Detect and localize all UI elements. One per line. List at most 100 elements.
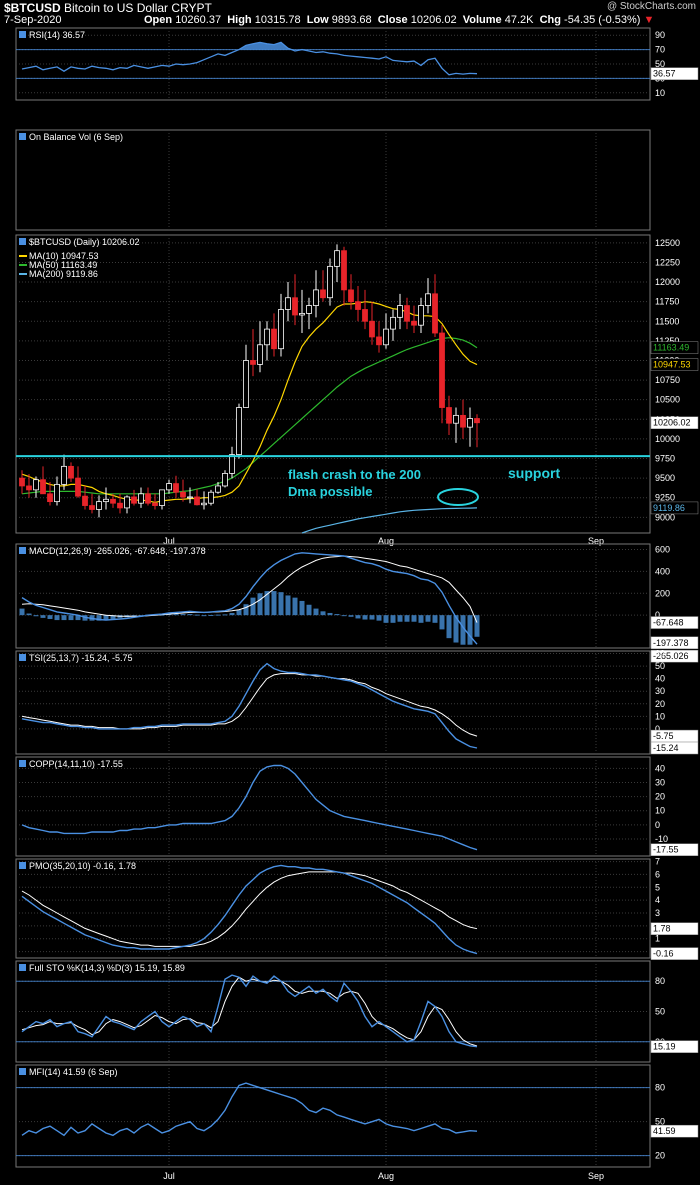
ma200-line (301, 507, 478, 534)
copp-panel-title: COPP(14,11,10) -17.55 (29, 759, 123, 769)
macd-histogram-bar (355, 615, 361, 619)
macd-histogram-bar (187, 614, 193, 616)
tsi-signal-line (21, 673, 478, 737)
macd-histogram-bar (201, 615, 207, 617)
pmo-value-tag-1: -0.16 (653, 949, 674, 959)
candle-body (439, 332, 445, 408)
candle-body (383, 328, 389, 346)
candle-body (47, 493, 53, 503)
copp-legend-swatch (19, 760, 26, 767)
rsi-panel-frame (15, 27, 651, 101)
candle-body (467, 418, 473, 428)
candle-body (40, 479, 46, 495)
candle-body (313, 289, 319, 306)
macd-panel-frame (15, 543, 651, 649)
macd-histogram-bar (285, 595, 291, 616)
price-panel-title: $BTCUSD (Daily) 10206.02 (29, 237, 140, 247)
copp-panel-frame (15, 756, 651, 857)
candle-body (376, 336, 382, 346)
mfi-panel-frame (15, 1064, 651, 1168)
macd-histogram-bar (334, 614, 340, 616)
tick-label-mfi-0: 80 (655, 1083, 665, 1093)
tick-label-price-11: 9750 (655, 454, 675, 464)
mfi-legend-swatch (19, 1068, 26, 1075)
candle-body (110, 498, 116, 504)
tick-label-macd-0: 600 (655, 544, 670, 554)
candle-body (243, 360, 249, 408)
macd-histogram-bar (250, 597, 256, 616)
macd-histogram-bar (180, 614, 186, 616)
macd-histogram-bar (47, 615, 53, 619)
mfi-value-tag-0: 41.59 (653, 1126, 676, 1136)
macd-histogram-bar (467, 615, 473, 645)
candle-body (187, 496, 193, 499)
pmo-panel-frame (15, 858, 651, 959)
macd-histogram-bar (54, 615, 60, 621)
tick-label-price-8: 10500 (655, 395, 680, 405)
ma10-value-tag-1: 10947.53 (653, 360, 691, 370)
candle-body (334, 250, 340, 267)
candle-body (264, 328, 270, 346)
tick-label-mfi-2: 20 (655, 1151, 665, 1161)
macd-histogram-bar (446, 615, 452, 639)
candle-body (320, 289, 326, 299)
flash-crash-note-line2: Dma possible (288, 484, 373, 499)
candle-body (138, 493, 144, 504)
macd-legend-swatch (19, 547, 26, 554)
price-value-tag-2: 10206.02 (653, 418, 691, 428)
macd-histogram-bar (369, 615, 375, 620)
candle-body (19, 477, 25, 487)
tick-label-tsi-3: 30 (655, 686, 665, 696)
candle-body (117, 502, 123, 509)
obv-panel-frame (15, 129, 651, 231)
tick-label-price-10: 10000 (655, 434, 680, 444)
candle-body (215, 485, 221, 493)
macd-histogram-bar (383, 615, 389, 623)
sto-k-line (21, 974, 478, 1048)
tick-label-rsi-1: 70 (655, 45, 665, 55)
macd-histogram-bar (173, 614, 179, 616)
mfi-line (21, 1082, 478, 1137)
candle-body (453, 414, 459, 424)
macd-histogram-bar (432, 615, 438, 623)
obv-legend-swatch (19, 133, 26, 140)
candle-body (299, 313, 305, 316)
price-legend-swatch (19, 238, 26, 245)
sto-panel-title: Full STO %K(14,3) %D(3) 15.19, 15.89 (29, 963, 185, 973)
pmo-value-tag-0: 1.78 (653, 924, 671, 934)
tsi-panel-frame (15, 650, 651, 755)
macd-histogram-bar (26, 613, 32, 616)
candle-body (306, 305, 312, 314)
ma200-value-tag-3: 9119.86 (653, 503, 685, 513)
candle-body (75, 477, 81, 497)
candle-body (229, 454, 235, 474)
macd-histogram-bar (271, 591, 277, 616)
macd-histogram-bar (439, 615, 445, 630)
macd-histogram-bar (397, 615, 403, 622)
candle-body (250, 360, 256, 365)
bottom-x-axis-label-jul: Jul (163, 1171, 175, 1181)
macd-histogram-bar (40, 615, 46, 618)
macd-line (21, 552, 478, 645)
macd-histogram-bar (19, 608, 25, 616)
macd-histogram-bar (411, 615, 417, 622)
candle-body (271, 328, 277, 350)
coppock-line (21, 764, 478, 851)
tick-label-pmo-0: 7 (655, 857, 660, 867)
candle-body (292, 297, 298, 316)
pmo-legend-swatch (19, 862, 26, 869)
tick-label-copp-5: -10 (655, 834, 668, 844)
candle-body (145, 493, 151, 504)
candle-body (89, 505, 95, 510)
tick-label-copp-1: 30 (655, 777, 665, 787)
macd-histogram-bar (257, 593, 263, 616)
macd-histogram-bar (404, 615, 410, 622)
candle-body (82, 495, 88, 506)
pmo-line (21, 864, 478, 955)
macd-histogram-bar (215, 614, 221, 616)
tick-label-sto-0: 80 (655, 976, 665, 986)
candle-body (26, 485, 32, 491)
macd-histogram-bar (376, 615, 382, 621)
rsi-legend-swatch (19, 31, 26, 38)
sto-legend-swatch (19, 964, 26, 971)
